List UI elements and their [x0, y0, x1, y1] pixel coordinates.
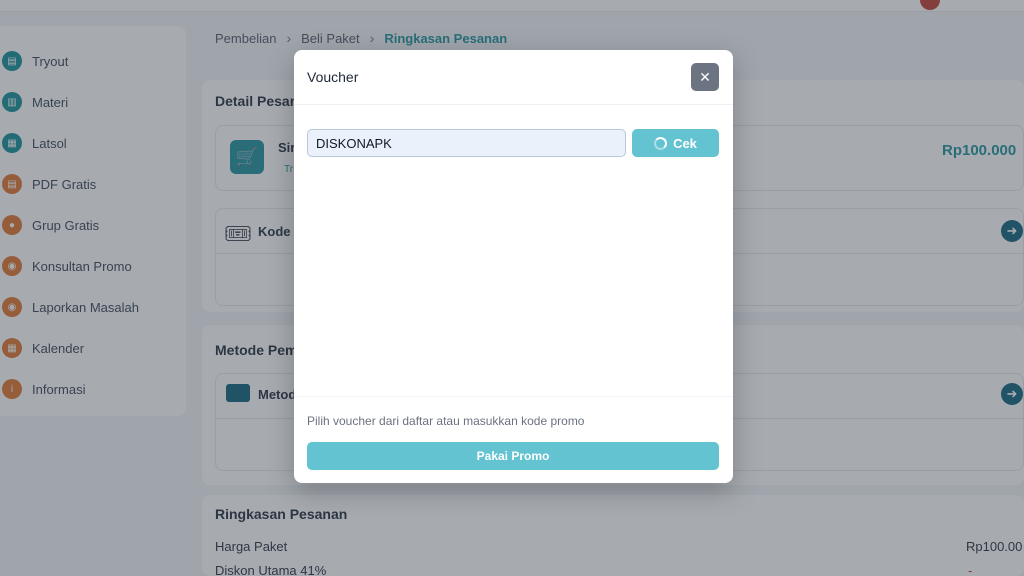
voucher-code-input[interactable] [307, 129, 626, 157]
modal-header: Voucher ✕ [294, 50, 733, 105]
check-button-label: Cek [673, 135, 697, 151]
modal-title: Voucher [307, 69, 359, 85]
apply-promo-button[interactable]: Pakai Promo [307, 442, 719, 470]
voucher-modal: Voucher ✕ Cek Pilih voucher dari daftar … [294, 50, 733, 483]
close-icon: ✕ [699, 68, 711, 85]
close-button[interactable]: ✕ [691, 63, 719, 91]
apply-promo-label: Pakai Promo [476, 449, 550, 463]
voucher-hint: Pilih voucher dari daftar atau masukkan … [307, 414, 585, 428]
loading-spinner-icon [654, 136, 668, 150]
check-voucher-button[interactable]: Cek [632, 129, 719, 157]
divider [294, 396, 733, 397]
